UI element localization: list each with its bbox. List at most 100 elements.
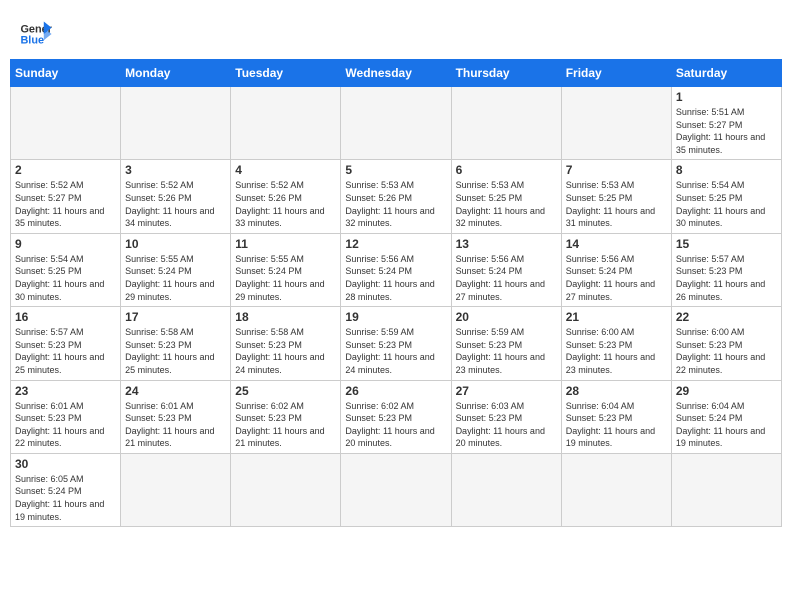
day-number: 18 xyxy=(235,310,336,324)
cell-info: Sunrise: 6:00 AM Sunset: 5:23 PM Dayligh… xyxy=(566,326,667,376)
cell-info: Sunrise: 6:01 AM Sunset: 5:23 PM Dayligh… xyxy=(15,400,116,450)
calendar-cell: 15 Sunrise: 5:57 AM Sunset: 5:23 PM Dayli… xyxy=(671,233,781,306)
logo: General Blue xyxy=(20,20,52,48)
cell-info: Sunrise: 5:54 AM Sunset: 5:25 PM Dayligh… xyxy=(15,253,116,303)
calendar-cell: 20 Sunrise: 5:59 AM Sunset: 5:23 PM Dayli… xyxy=(451,307,561,380)
cell-info: Sunrise: 6:02 AM Sunset: 5:23 PM Dayligh… xyxy=(345,400,446,450)
day-number: 7 xyxy=(566,163,667,177)
cell-info: Sunrise: 5:52 AM Sunset: 5:26 PM Dayligh… xyxy=(125,179,226,229)
cell-info: Sunrise: 5:56 AM Sunset: 5:24 PM Dayligh… xyxy=(566,253,667,303)
cell-info: Sunrise: 6:00 AM Sunset: 5:23 PM Dayligh… xyxy=(676,326,777,376)
calendar-cell xyxy=(451,87,561,160)
calendar-cell: 1 Sunrise: 5:51 AM Sunset: 5:27 PM Daylig… xyxy=(671,87,781,160)
cell-info: Sunrise: 5:58 AM Sunset: 5:23 PM Dayligh… xyxy=(125,326,226,376)
calendar-cell: 30Sunrise: 6:05 AM Sunset: 5:24 PM Dayli… xyxy=(11,453,121,526)
calendar-week-4: 16 Sunrise: 5:57 AM Sunset: 5:23 PM Dayli… xyxy=(11,307,782,380)
cell-info: Sunrise: 5:54 AM Sunset: 5:25 PM Dayligh… xyxy=(676,179,777,229)
cell-info: Sunrise: 5:55 AM Sunset: 5:24 PM Dayligh… xyxy=(125,253,226,303)
calendar-cell: 18Sunrise: 5:58 AM Sunset: 5:23 PM Dayli… xyxy=(231,307,341,380)
day-number: 11 xyxy=(235,237,336,251)
day-number: 1 xyxy=(676,90,777,104)
calendar-cell: 17 Sunrise: 5:58 AM Sunset: 5:23 PM Dayli… xyxy=(121,307,231,380)
cell-info: Sunrise: 6:05 AM Sunset: 5:24 PM Dayligh… xyxy=(15,473,116,523)
day-number: 3 xyxy=(125,163,226,177)
day-number: 22 xyxy=(676,310,777,324)
cell-info: Sunrise: 5:59 AM Sunset: 5:23 PM Dayligh… xyxy=(456,326,557,376)
calendar-cell: 7Sunrise: 5:53 AM Sunset: 5:25 PM Daylig… xyxy=(561,160,671,233)
calendar-cell: 24 Sunrise: 6:01 AM Sunset: 5:23 PM Dayli… xyxy=(121,380,231,453)
calendar-cell: 6 Sunrise: 5:53 AM Sunset: 5:25 PM Daylig… xyxy=(451,160,561,233)
calendar-cell: 3 Sunrise: 5:52 AM Sunset: 5:26 PM Daylig… xyxy=(121,160,231,233)
calendar-week-1: 1 Sunrise: 5:51 AM Sunset: 5:27 PM Daylig… xyxy=(11,87,782,160)
day-number: 6 xyxy=(456,163,557,177)
calendar-cell xyxy=(451,453,561,526)
day-number: 13 xyxy=(456,237,557,251)
day-number: 19 xyxy=(345,310,446,324)
logo-icon: General Blue xyxy=(20,20,52,48)
calendar-week-6: 30Sunrise: 6:05 AM Sunset: 5:24 PM Dayli… xyxy=(11,453,782,526)
calendar-cell: 29Sunrise: 6:04 AM Sunset: 5:24 PM Dayli… xyxy=(671,380,781,453)
cell-info: Sunrise: 6:04 AM Sunset: 5:23 PM Dayligh… xyxy=(566,400,667,450)
day-header-thursday: Thursday xyxy=(451,60,561,87)
day-number: 9 xyxy=(15,237,116,251)
calendar-cell: 25 Sunrise: 6:02 AM Sunset: 5:23 PM Dayli… xyxy=(231,380,341,453)
calendar-cell: 5 Sunrise: 5:53 AM Sunset: 5:26 PM Daylig… xyxy=(341,160,451,233)
day-number: 25 xyxy=(235,384,336,398)
calendar-table: SundayMondayTuesdayWednesdayThursdayFrid… xyxy=(10,59,782,527)
calendar-cell xyxy=(561,453,671,526)
calendar-cell: 28 Sunrise: 6:04 AM Sunset: 5:23 PM Dayli… xyxy=(561,380,671,453)
calendar-week-5: 23 Sunrise: 6:01 AM Sunset: 5:23 PM Dayli… xyxy=(11,380,782,453)
day-number: 24 xyxy=(125,384,226,398)
day-number: 4 xyxy=(235,163,336,177)
calendar-cell xyxy=(121,453,231,526)
calendar-cell: 26 Sunrise: 6:02 AM Sunset: 5:23 PM Dayli… xyxy=(341,380,451,453)
cell-info: Sunrise: 5:56 AM Sunset: 5:24 PM Dayligh… xyxy=(456,253,557,303)
day-number: 26 xyxy=(345,384,446,398)
cell-info: Sunrise: 5:51 AM Sunset: 5:27 PM Dayligh… xyxy=(676,106,777,156)
cell-info: Sunrise: 5:57 AM Sunset: 5:23 PM Dayligh… xyxy=(15,326,116,376)
cell-info: Sunrise: 5:53 AM Sunset: 5:25 PM Dayligh… xyxy=(456,179,557,229)
cell-info: Sunrise: 5:57 AM Sunset: 5:23 PM Dayligh… xyxy=(676,253,777,303)
cell-info: Sunrise: 6:02 AM Sunset: 5:23 PM Dayligh… xyxy=(235,400,336,450)
calendar-cell: 9 Sunrise: 5:54 AM Sunset: 5:25 PM Daylig… xyxy=(11,233,121,306)
day-number: 29 xyxy=(676,384,777,398)
calendar-cell xyxy=(671,453,781,526)
calendar-cell: 21 Sunrise: 6:00 AM Sunset: 5:23 PM Dayli… xyxy=(561,307,671,380)
calendar-cell: 22 Sunrise: 6:00 AM Sunset: 5:23 PM Dayli… xyxy=(671,307,781,380)
cell-info: Sunrise: 5:52 AM Sunset: 5:27 PM Dayligh… xyxy=(15,179,116,229)
day-number: 16 xyxy=(15,310,116,324)
cell-info: Sunrise: 5:59 AM Sunset: 5:23 PM Dayligh… xyxy=(345,326,446,376)
calendar-cell: 27 Sunrise: 6:03 AM Sunset: 5:23 PM Dayli… xyxy=(451,380,561,453)
calendar-cell: 19 Sunrise: 5:59 AM Sunset: 5:23 PM Dayli… xyxy=(341,307,451,380)
calendar-cell: 2 Sunrise: 5:52 AM Sunset: 5:27 PM Daylig… xyxy=(11,160,121,233)
calendar-cell: 16 Sunrise: 5:57 AM Sunset: 5:23 PM Dayli… xyxy=(11,307,121,380)
day-header-saturday: Saturday xyxy=(671,60,781,87)
day-number: 23 xyxy=(15,384,116,398)
calendar-cell xyxy=(231,453,341,526)
calendar-cell: 10 Sunrise: 5:55 AM Sunset: 5:24 PM Dayli… xyxy=(121,233,231,306)
calendar-cell: 11Sunrise: 5:55 AM Sunset: 5:24 PM Dayli… xyxy=(231,233,341,306)
cell-info: Sunrise: 5:53 AM Sunset: 5:26 PM Dayligh… xyxy=(345,179,446,229)
day-header-monday: Monday xyxy=(121,60,231,87)
cell-info: Sunrise: 6:01 AM Sunset: 5:23 PM Dayligh… xyxy=(125,400,226,450)
day-number: 28 xyxy=(566,384,667,398)
calendar-cell xyxy=(11,87,121,160)
calendar-cell: 12 Sunrise: 5:56 AM Sunset: 5:24 PM Dayli… xyxy=(341,233,451,306)
cell-info: Sunrise: 6:03 AM Sunset: 5:23 PM Dayligh… xyxy=(456,400,557,450)
day-number: 27 xyxy=(456,384,557,398)
day-number: 8 xyxy=(676,163,777,177)
day-number: 21 xyxy=(566,310,667,324)
day-number: 5 xyxy=(345,163,446,177)
calendar-cell xyxy=(231,87,341,160)
day-header-friday: Friday xyxy=(561,60,671,87)
day-number: 20 xyxy=(456,310,557,324)
day-number: 10 xyxy=(125,237,226,251)
calendar-week-3: 9 Sunrise: 5:54 AM Sunset: 5:25 PM Daylig… xyxy=(11,233,782,306)
cell-info: Sunrise: 5:56 AM Sunset: 5:24 PM Dayligh… xyxy=(345,253,446,303)
day-number: 17 xyxy=(125,310,226,324)
day-number: 2 xyxy=(15,163,116,177)
calendar-cell: 23 Sunrise: 6:01 AM Sunset: 5:23 PM Dayli… xyxy=(11,380,121,453)
calendar-cell xyxy=(341,87,451,160)
day-number: 12 xyxy=(345,237,446,251)
day-number: 15 xyxy=(676,237,777,251)
